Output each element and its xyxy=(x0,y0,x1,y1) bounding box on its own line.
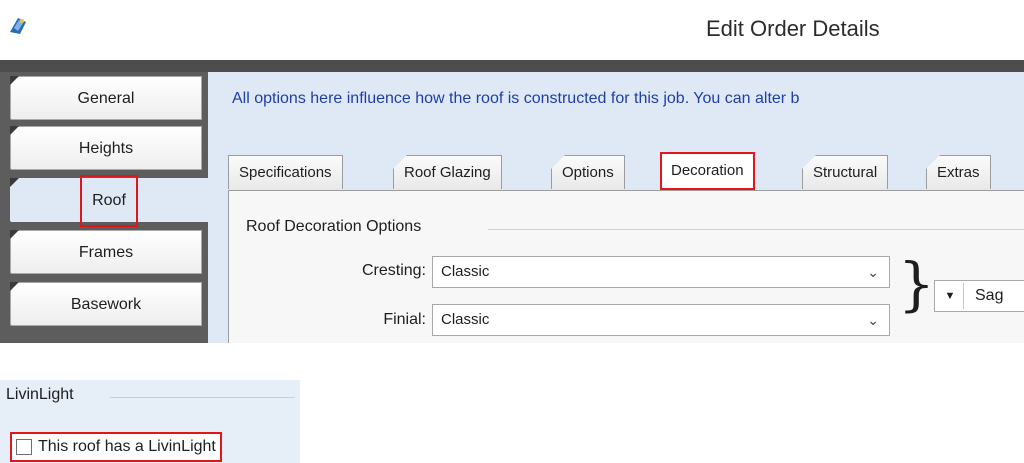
tab-corner xyxy=(551,155,565,169)
tab-label: Options xyxy=(562,164,614,181)
sidebar-item-label: Basework xyxy=(70,296,142,313)
livinlight-checkbox-row[interactable]: This roof has a LivinLight xyxy=(10,432,222,462)
sidebar-item-label: Frames xyxy=(78,244,134,261)
sidebar-item-general[interactable]: General xyxy=(10,76,202,120)
group-title: Roof Decoration Options xyxy=(246,218,428,236)
group-divider xyxy=(488,229,1024,230)
tab-corner xyxy=(393,155,407,169)
tab-label: Specifications xyxy=(239,164,332,181)
cresting-select[interactable]: Classic ⌄ xyxy=(432,256,890,288)
tab-label: Extras xyxy=(937,164,980,181)
sidebar-item-label: Heights xyxy=(78,140,134,157)
tab-label: Structural xyxy=(813,164,878,181)
tab-specifications[interactable]: Specifications xyxy=(228,155,343,189)
finial-value: Classic xyxy=(441,311,490,328)
tab-corner xyxy=(802,155,816,169)
title-bar: Edit Order Details xyxy=(0,0,1024,60)
dropdown-arrow-icon: ▼ xyxy=(937,283,964,309)
livinlight-checkbox-label: This roof has a LivinLight xyxy=(38,438,216,455)
tab-structural[interactable]: Structural xyxy=(802,155,889,189)
side-dropdown[interactable]: ▼ Sag xyxy=(934,280,1024,312)
group-divider xyxy=(110,397,295,398)
header-band xyxy=(0,60,1024,72)
livinlight-title: LivinLight xyxy=(6,386,78,404)
tab-extras[interactable]: Extras xyxy=(926,155,991,189)
info-text: All options here influence how the roof … xyxy=(232,90,800,107)
tab-decoration[interactable]: Decoration xyxy=(660,152,755,190)
chevron-down-icon: ⌄ xyxy=(867,264,879,280)
tab-label: Roof Glazing xyxy=(404,164,491,181)
side-dropdown-value: Sag xyxy=(975,287,1004,304)
sidebar-item-frames[interactable]: Frames xyxy=(10,230,202,274)
tab-label: Decoration xyxy=(671,162,744,179)
window-title: Edit Order Details xyxy=(706,16,880,41)
tab-options[interactable]: Options xyxy=(551,155,625,189)
finial-select[interactable]: Classic ⌄ xyxy=(432,304,890,336)
chevron-down-icon: ⌄ xyxy=(867,312,879,328)
tab-roof-glazing[interactable]: Roof Glazing xyxy=(393,155,502,189)
livinlight-checkbox[interactable] xyxy=(16,439,32,455)
brace-symbol: } xyxy=(898,250,935,318)
finial-label: Finial: xyxy=(383,311,426,328)
tab-corner xyxy=(926,155,940,169)
sidebar-item-label: Roof xyxy=(80,175,138,227)
app-icon xyxy=(10,18,26,34)
cresting-label: Cresting: xyxy=(361,262,426,279)
sidebar-item-label: General xyxy=(77,90,135,107)
sidebar-item-heights[interactable]: Heights xyxy=(10,126,202,170)
cresting-value: Classic xyxy=(441,263,490,280)
sidebar-item-basework[interactable]: Basework xyxy=(10,282,202,326)
sidebar-item-roof[interactable]: Roof xyxy=(10,175,208,227)
